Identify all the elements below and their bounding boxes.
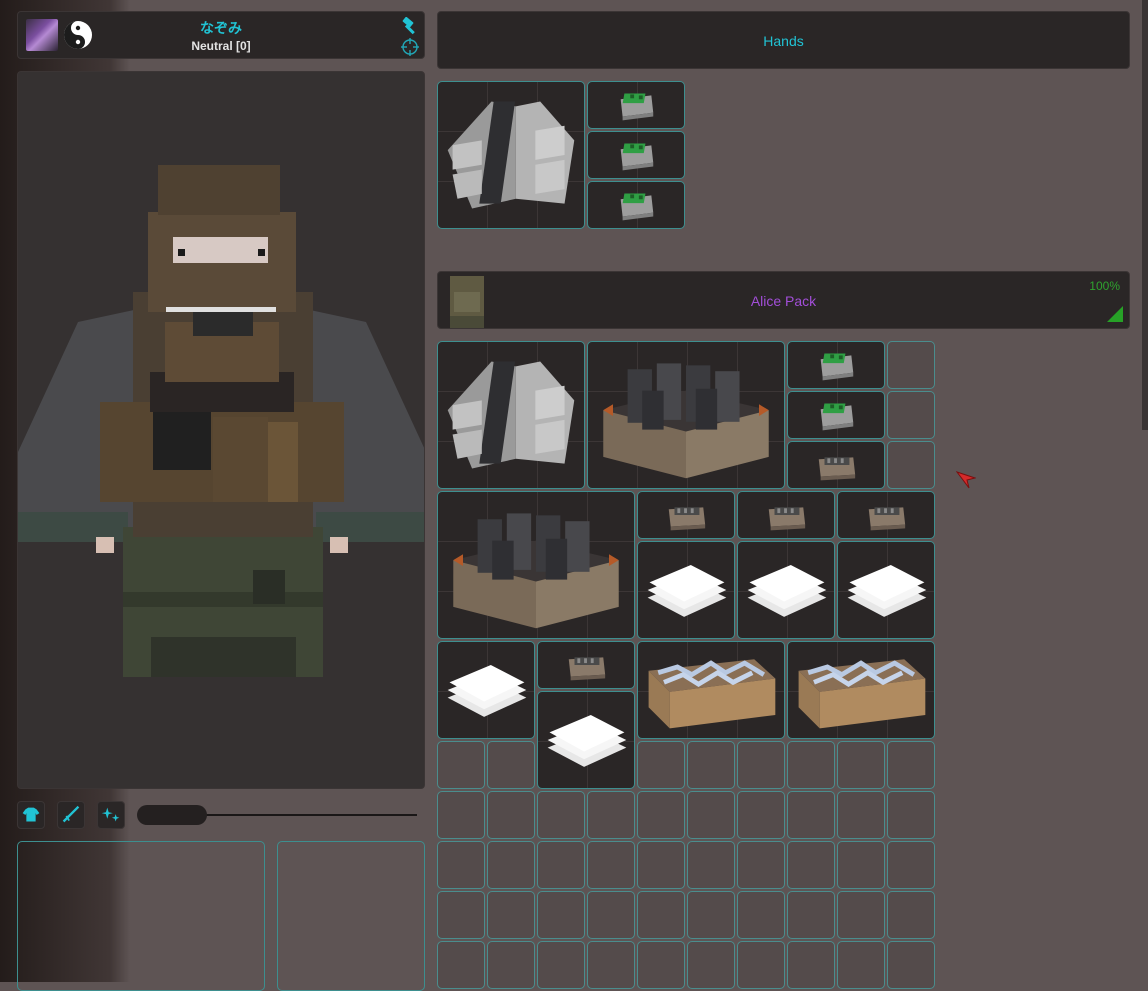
character-model [18, 165, 424, 677]
inventory-slot[interactable] [887, 891, 935, 939]
inventory-slot[interactable] [537, 841, 585, 889]
inventory-slot[interactable] [887, 391, 935, 439]
item-supply-box[interactable] [787, 641, 935, 739]
zoom-slider[interactable] [137, 805, 417, 825]
inventory-slot[interactable] [687, 791, 735, 839]
item-cloth[interactable] [837, 541, 935, 639]
inventory-slot[interactable] [437, 841, 485, 889]
player-reputation: Neutral [0] [191, 39, 251, 53]
inventory-slot[interactable] [637, 791, 685, 839]
item-cloth[interactable] [637, 541, 735, 639]
item-ammo-crate[interactable] [587, 341, 785, 489]
inventory-slot[interactable] [637, 891, 685, 939]
item-ammo-box[interactable] [637, 491, 735, 539]
item-ammo-box[interactable] [787, 441, 885, 489]
inventory-slot[interactable] [837, 791, 885, 839]
inventory-slot[interactable] [787, 741, 835, 789]
inventory-slot[interactable] [837, 891, 885, 939]
character-header: なぞみ Neutral [0] [17, 11, 425, 59]
cursor-icon [956, 471, 976, 489]
item-circuit-board[interactable] [587, 131, 685, 179]
inventory-slot[interactable] [437, 791, 485, 839]
backpack-title: Alice Pack [750, 293, 817, 309]
rifle-icon [62, 805, 80, 823]
inventory-slot[interactable] [887, 841, 935, 889]
inventory-slot[interactable] [437, 891, 485, 939]
sparkle-icon [101, 807, 120, 822]
inventory-slot[interactable] [837, 741, 885, 789]
inventory-slot[interactable] [787, 841, 835, 889]
item-ammo-crate[interactable] [437, 491, 635, 639]
tab-weapons[interactable] [57, 801, 85, 829]
inventory-slot[interactable] [887, 791, 935, 839]
inventory-slot[interactable] [787, 791, 835, 839]
inventory-slot[interactable] [637, 741, 685, 789]
inventory-slot[interactable] [637, 841, 685, 889]
inventory-slot[interactable] [537, 791, 585, 839]
inventory-slot[interactable] [537, 891, 585, 939]
item-ammo-box[interactable] [737, 491, 835, 539]
item-supply-box[interactable] [637, 641, 785, 739]
item-vest[interactable] [437, 81, 585, 229]
character-preview[interactable] [17, 71, 425, 789]
inventory-slot[interactable] [887, 441, 935, 489]
item-circuit-board[interactable] [587, 81, 685, 129]
inventory-slot[interactable] [487, 741, 535, 789]
hands-title: Hands [763, 33, 804, 49]
inventory-slot[interactable] [487, 791, 535, 839]
item-ammo-box[interactable] [837, 491, 935, 539]
item-vest[interactable] [437, 341, 585, 489]
inventory-slot[interactable] [437, 741, 485, 789]
inventory-slot[interactable] [737, 741, 785, 789]
inventory-slot[interactable] [587, 841, 635, 889]
equipment-slot-vest[interactable] [277, 841, 425, 991]
inventory-slot[interactable] [687, 741, 735, 789]
inventory-slot[interactable] [487, 841, 535, 889]
backpack-header: Alice Pack 100% [437, 271, 1130, 329]
inventory-slot[interactable] [887, 741, 935, 789]
inventory-slot[interactable] [587, 891, 635, 939]
hands-header: Hands [437, 11, 1130, 69]
item-ammo-box[interactable] [537, 641, 635, 689]
inventory-slot[interactable] [737, 791, 785, 839]
item-cloth[interactable] [737, 541, 835, 639]
shirt-icon [22, 807, 40, 822]
slider-thumb[interactable] [137, 805, 207, 825]
item-cloth[interactable] [437, 641, 535, 739]
inventory-slot[interactable] [687, 891, 735, 939]
inventory-slot[interactable] [737, 891, 785, 939]
tab-clothing[interactable] [17, 801, 45, 829]
item-cloth[interactable] [537, 691, 635, 789]
equipment-slot-shirt[interactable] [17, 841, 265, 991]
item-circuit-board[interactable] [787, 341, 885, 389]
inventory-slot[interactable] [787, 891, 835, 939]
inventory-slot[interactable] [587, 791, 635, 839]
backpack-quality: 100% [1089, 279, 1120, 293]
inventory-slot[interactable] [737, 841, 785, 889]
player-name: なぞみ [200, 20, 242, 36]
quality-indicator [1107, 306, 1123, 322]
item-circuit-board[interactable] [587, 181, 685, 229]
inventory-slot[interactable] [687, 841, 735, 889]
tab-skills[interactable] [97, 801, 125, 829]
scrollbar[interactable] [1142, 0, 1148, 430]
inventory-slot[interactable] [487, 891, 535, 939]
item-circuit-board[interactable] [787, 391, 885, 439]
inventory-slot[interactable] [837, 841, 885, 889]
inventory-slot[interactable] [887, 341, 935, 389]
crosshair-icon[interactable] [400, 37, 420, 57]
hammer-icon[interactable] [400, 17, 418, 35]
